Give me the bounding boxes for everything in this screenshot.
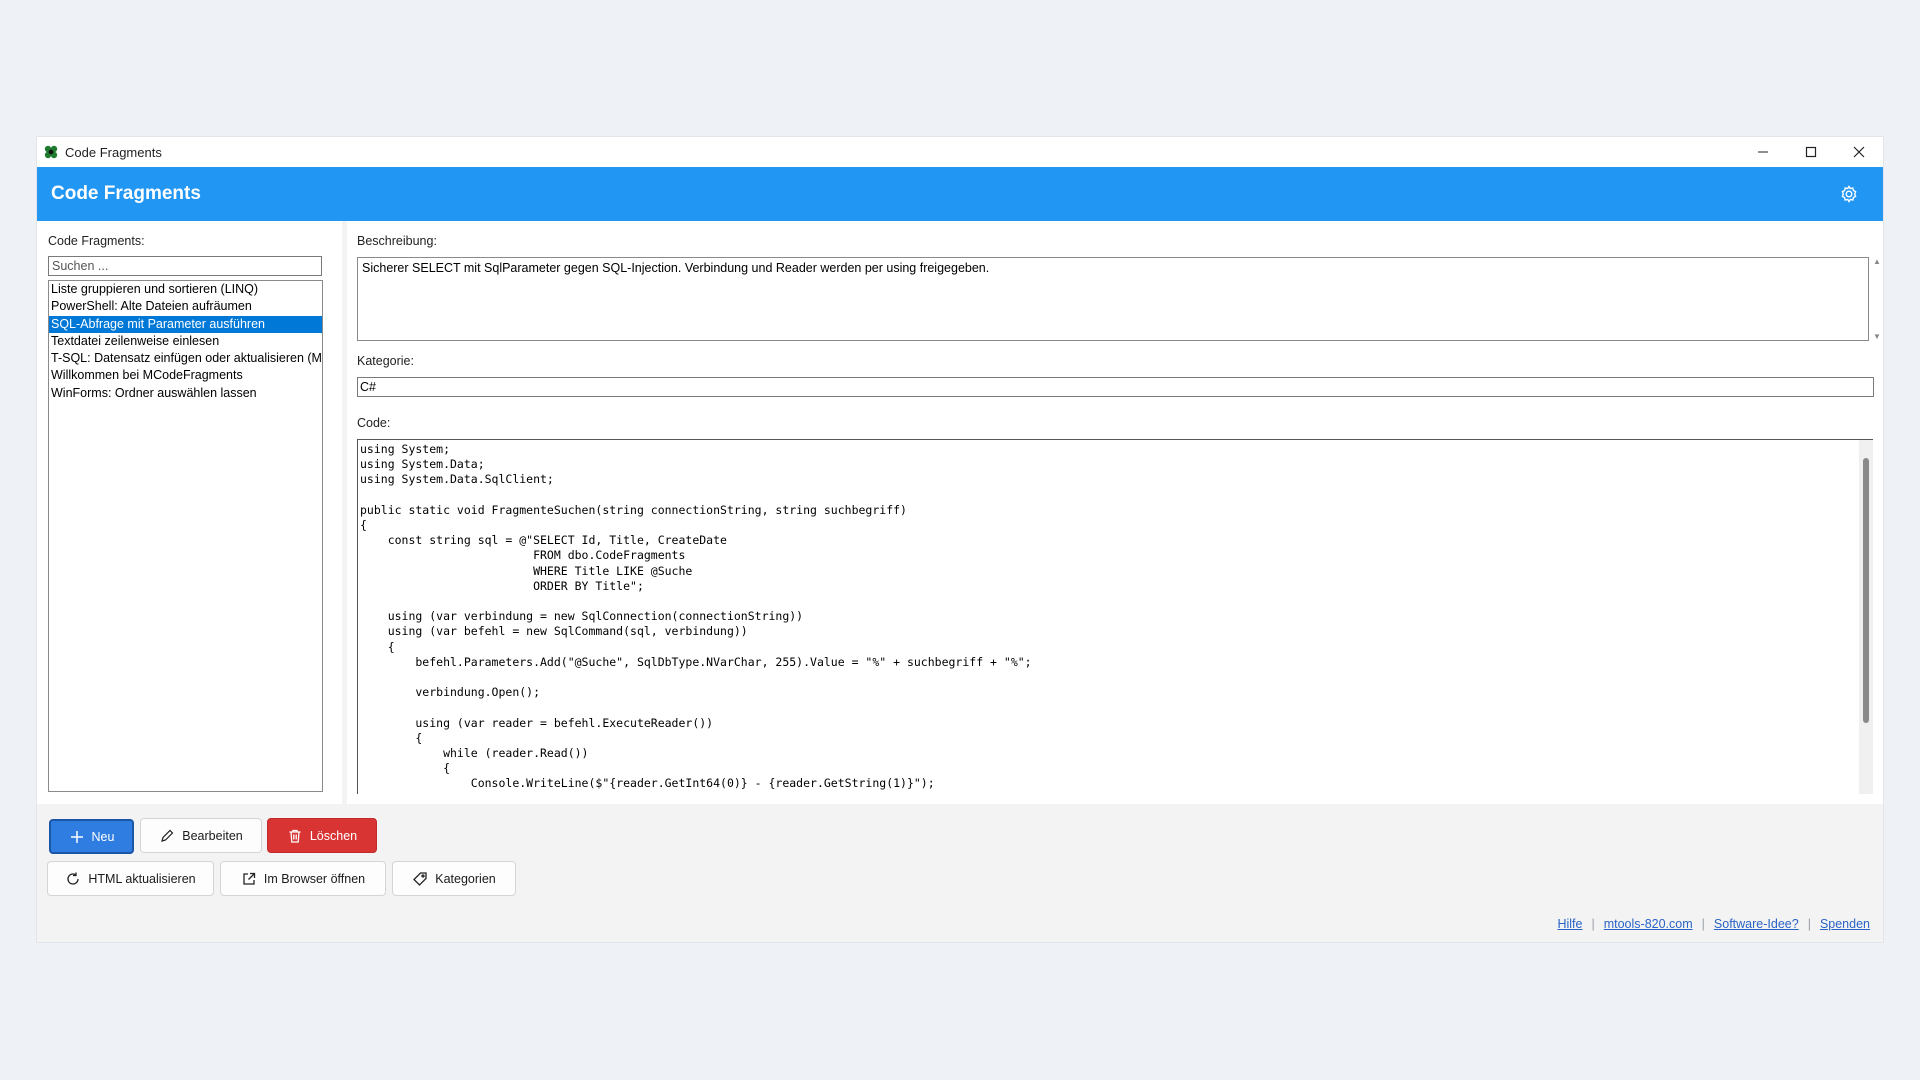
close-button[interactable] <box>1835 137 1883 167</box>
donate-link[interactable]: Spenden <box>1820 917 1870 931</box>
list-item[interactable]: PowerShell: Alte Dateien aufräumen <box>49 298 322 315</box>
fragments-label: Code Fragments: <box>48 234 145 248</box>
minimize-icon <box>1758 151 1768 153</box>
description-label: Beschreibung: <box>357 234 437 248</box>
header-title: Code Fragments <box>51 183 201 204</box>
trash-icon <box>287 828 303 844</box>
detail-panel: Beschreibung: Sicherer SELECT mit SqlPar… <box>347 221 1883 804</box>
pencil-icon <box>159 828 175 844</box>
link-separator: | <box>1701 917 1705 931</box>
open-browser-label: Im Browser öffnen <box>263 871 366 886</box>
close-icon <box>1853 146 1865 158</box>
maximize-icon <box>1805 146 1817 158</box>
description-scrollbar[interactable]: ▲ ▼ <box>1872 257 1882 341</box>
scroll-up-icon[interactable]: ▲ <box>1873 257 1881 266</box>
refresh-html-button[interactable]: HTML aktualisieren <box>47 861 214 896</box>
category-label: Kategorie: <box>357 354 414 368</box>
refresh-html-label: HTML aktualisieren <box>88 871 196 886</box>
minimize-button[interactable] <box>1739 137 1787 167</box>
maximize-button[interactable] <box>1787 137 1835 167</box>
list-item-selected[interactable]: SQL-Abfrage mit Parameter ausführen <box>49 315 322 333</box>
app-logo-icon <box>43 144 59 160</box>
link-separator: | <box>1807 917 1811 931</box>
fragment-listbox[interactable]: Liste gruppieren und sortieren (LINQ) Po… <box>48 280 323 792</box>
scroll-thumb[interactable] <box>1863 458 1869 723</box>
website-link[interactable]: mtools-820.com <box>1604 917 1693 931</box>
help-link[interactable]: Hilfe <box>1557 917 1582 931</box>
app-window: Code Fragments Code Fragments Code Fragm… <box>37 137 1883 942</box>
link-separator: | <box>1591 917 1595 931</box>
plus-icon <box>69 829 85 845</box>
list-item[interactable]: WinForms: Ordner auswählen lassen <box>49 385 322 402</box>
description-textarea[interactable]: Sicherer SELECT mit SqlParameter gegen S… <box>357 257 1869 341</box>
software-idea-link[interactable]: Software-Idee? <box>1714 917 1799 931</box>
categories-button[interactable]: Kategorien <box>392 861 516 896</box>
footer-links: Hilfe | mtools-820.com | Software-Idee? … <box>1557 917 1870 931</box>
code-scrollbar[interactable] <box>1859 440 1873 794</box>
code-editor[interactable]: using System; using System.Data; using S… <box>357 439 1873 794</box>
list-item[interactable]: Willkommen bei MCodeFragments <box>49 367 322 384</box>
edit-button[interactable]: Bearbeiten <box>140 818 262 853</box>
categories-label: Kategorien <box>435 871 496 886</box>
code-text[interactable]: using System; using System.Data; using S… <box>358 440 1873 794</box>
delete-button[interactable]: Löschen <box>267 818 377 853</box>
new-button[interactable]: Neu <box>49 819 134 854</box>
new-button-label: Neu <box>91 829 115 844</box>
tag-icon <box>412 871 428 887</box>
list-item[interactable]: T-SQL: Datensatz einfügen oder aktualisi… <box>49 350 322 367</box>
refresh-icon <box>65 871 81 887</box>
list-item[interactable]: Textdatei zeilenweise einlesen <box>49 333 322 350</box>
window-title: Code Fragments <box>65 144 162 160</box>
app-header: Code Fragments <box>37 167 1883 221</box>
external-link-icon <box>241 871 257 887</box>
title-bar: Code Fragments <box>37 137 1883 167</box>
edit-button-label: Bearbeiten <box>182 828 243 843</box>
open-browser-button[interactable]: Im Browser öffnen <box>220 861 386 896</box>
delete-button-label: Löschen <box>309 828 358 843</box>
search-input[interactable] <box>48 256 322 276</box>
gear-icon[interactable] <box>1839 184 1859 204</box>
scroll-down-icon[interactable]: ▼ <box>1873 332 1881 341</box>
category-input[interactable] <box>357 377 1874 397</box>
list-item[interactable]: Liste gruppieren und sortieren (LINQ) <box>49 281 322 298</box>
code-label: Code: <box>357 416 391 430</box>
fragment-list-panel: Code Fragments: Liste gruppieren und sor… <box>37 221 342 804</box>
